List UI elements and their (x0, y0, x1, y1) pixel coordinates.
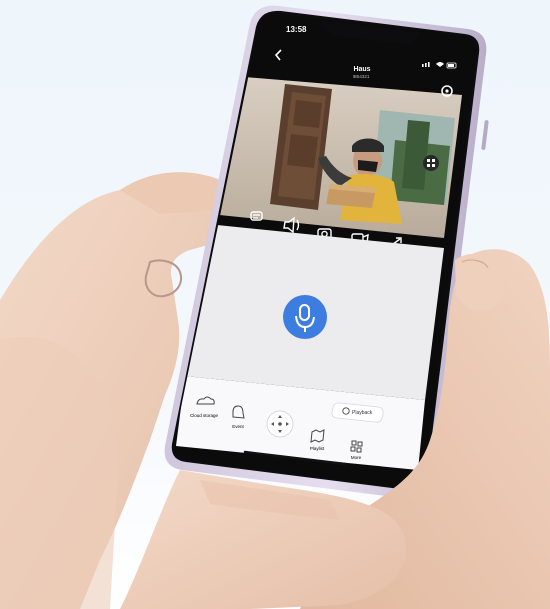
microphone-button[interactable] (283, 295, 327, 339)
ptz-control-button[interactable] (266, 410, 294, 438)
camera-feed (210, 76, 462, 238)
nav-label-cloud-storage: Cloud storage (190, 413, 219, 418)
status-time: 13:58 (286, 25, 307, 34)
nav-label-event: Event (232, 424, 244, 429)
nav-label-more: More (351, 455, 362, 460)
nav-label-playlist: Playlist (310, 446, 325, 451)
playback-label: Playback (352, 410, 373, 416)
camera-title: Haus (353, 66, 370, 73)
view-grid-icon[interactable] (423, 155, 439, 171)
photo-scene: Playback Cloud storage Event Playlist Mo… (0, 5, 550, 609)
camera-subtitle: IB54321 (353, 74, 370, 79)
